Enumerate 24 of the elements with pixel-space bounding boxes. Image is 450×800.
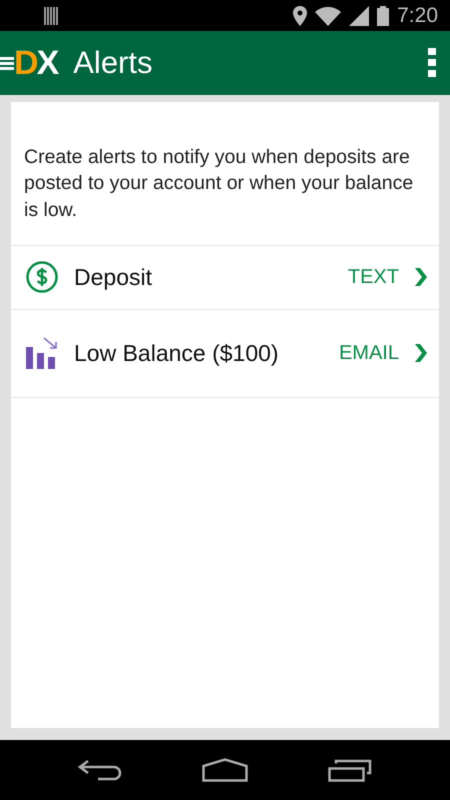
alert-row[interactable]: Low Balance ($100) EMAIL (11, 308, 439, 398)
declining-bar-chart-icon (26, 337, 58, 370)
alert-row[interactable]: Deposit TEXT (11, 244, 439, 309)
dollar-icon (26, 261, 58, 294)
back-icon[interactable] (78, 759, 122, 781)
clock: 7:20 (397, 2, 438, 29)
battery-icon (377, 6, 390, 26)
wifi-icon (315, 6, 342, 26)
overflow-menu-icon[interactable] (428, 48, 438, 78)
alert-name: Low Balance ($100) (74, 340, 280, 368)
logo: DX (14, 46, 58, 80)
location-icon (293, 6, 308, 26)
signal-icon (349, 6, 370, 26)
delivery-method-link[interactable]: EMAIL (338, 338, 399, 368)
notification-icon (44, 6, 58, 24)
chevron-icon[interactable] (415, 268, 427, 286)
alert-name: Deposit (74, 264, 153, 292)
chevron-icon[interactable] (415, 344, 427, 362)
menu-icon[interactable] (0, 54, 14, 72)
intro-text: Create alerts to notify you when deposits are posted to your account or when your balance is low. (23, 145, 414, 223)
screen-title: Alerts (73, 44, 154, 82)
delivery-method-link[interactable]: TEXT (348, 262, 399, 292)
recent-apps-icon[interactable] (328, 758, 372, 782)
home-icon[interactable] (202, 758, 248, 782)
